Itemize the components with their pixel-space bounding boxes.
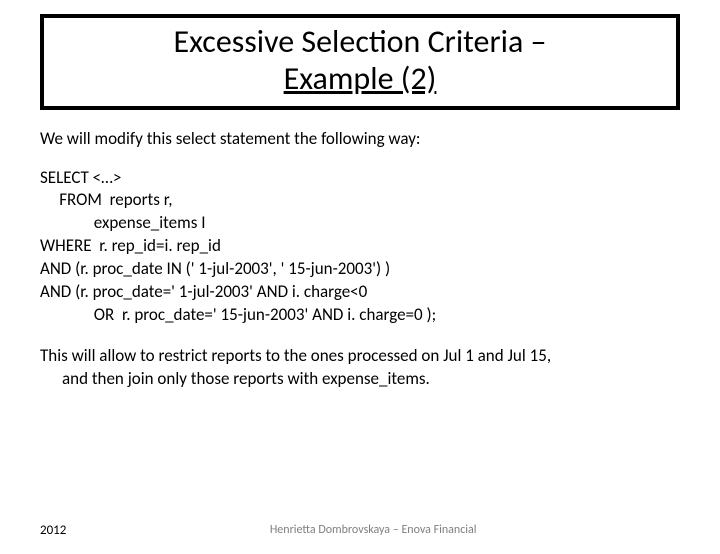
- slide-content: We will modify this select statement the…: [40, 128, 680, 391]
- explanation-text: This will allow to restrict reports to t…: [40, 345, 680, 391]
- footer-year: 2012: [40, 523, 66, 538]
- slide-footer: 2012 Henrietta Dombrovskaya – Enova Fina…: [40, 523, 680, 538]
- intro-text: We will modify this select statement the…: [40, 128, 680, 151]
- sql-line: OR r. proc_date=' 15-jun-2003' AND i. ch…: [40, 304, 680, 327]
- explanation-line-2: and then join only those reports with ex…: [40, 368, 680, 391]
- explanation-line-1: This will allow to restrict reports to t…: [40, 345, 551, 366]
- sql-line: SELECT <…>: [40, 167, 680, 190]
- slide-title: Excessive Selection Criteria – Example (…: [54, 24, 666, 98]
- title-box: Excessive Selection Criteria – Example (…: [40, 14, 680, 110]
- sql-line: AND (r. proc_date=' 1-jul-2003' AND i. c…: [40, 281, 680, 304]
- title-line-2: Example (2): [284, 59, 437, 98]
- sql-line: AND (r. proc_date IN (' 1-jul-2003', ' 1…: [40, 258, 680, 281]
- title-line-1: Excessive Selection Criteria –: [174, 22, 547, 61]
- sql-line: FROM reports r,: [40, 189, 680, 212]
- sql-line: WHERE r. rep_id=i. rep_id: [40, 235, 680, 258]
- footer-credit: Henrietta Dombrovskaya – Enova Financial: [40, 523, 680, 537]
- sql-block: SELECT <…> FROM reports r, expense_items…: [40, 167, 680, 328]
- sql-line: expense_items I: [40, 212, 680, 235]
